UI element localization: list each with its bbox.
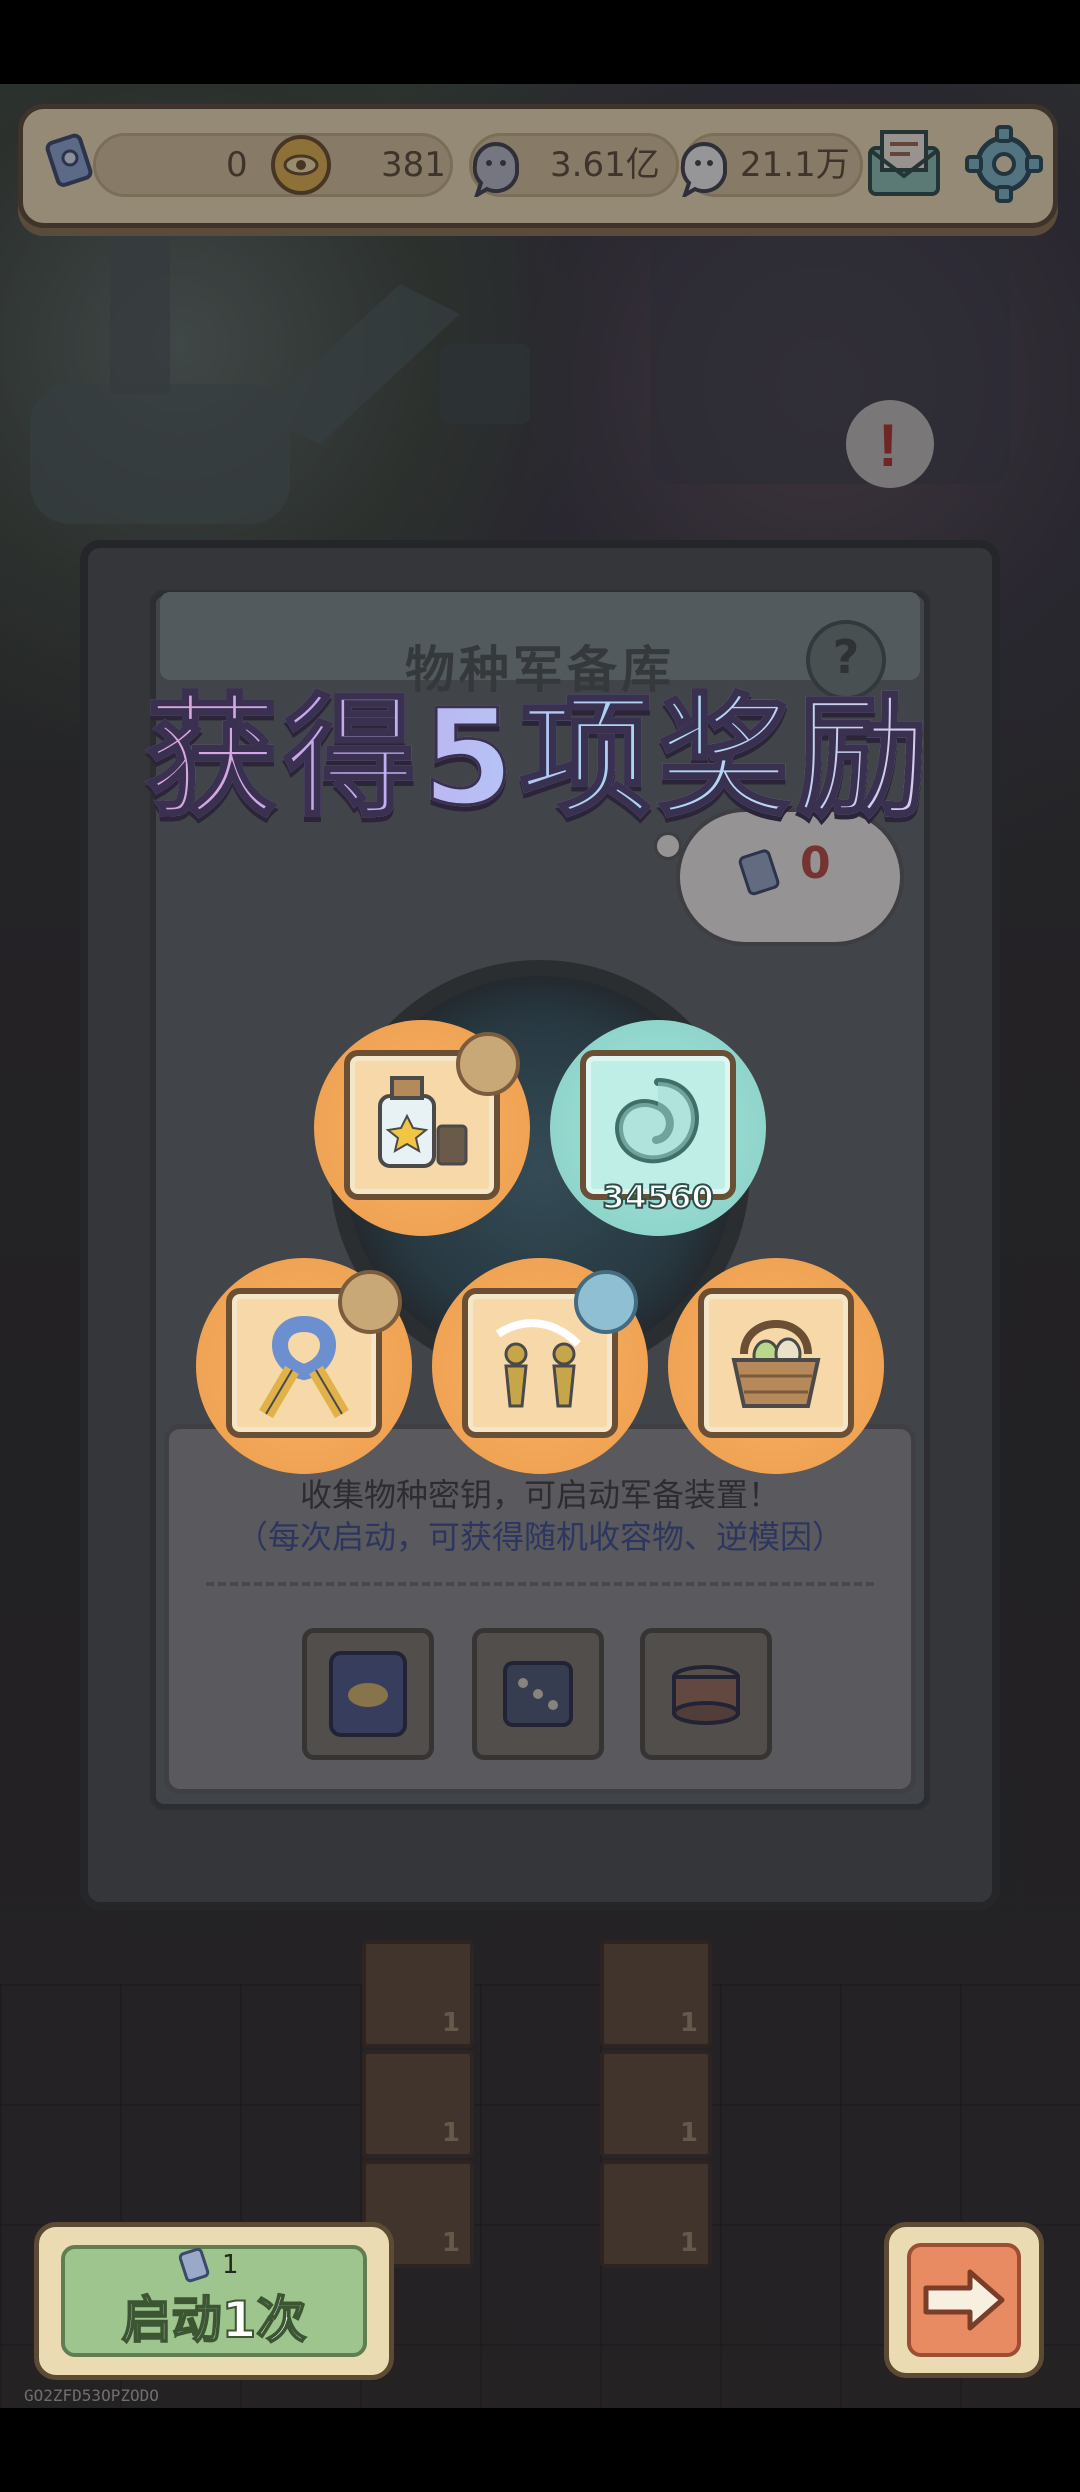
arrow-right-icon xyxy=(923,2269,1005,2331)
rarity-badge-icon xyxy=(456,1032,520,1096)
reward-item[interactable] xyxy=(668,1258,884,1474)
reward-card xyxy=(698,1288,854,1438)
reward-item[interactable] xyxy=(432,1258,648,1474)
reward-item[interactable] xyxy=(196,1258,412,1474)
next-button[interactable] xyxy=(884,2222,1044,2378)
reward-item[interactable] xyxy=(314,1020,530,1236)
reward-count: 34560 xyxy=(601,1177,714,1217)
build-watermark: GO2ZFD53OPZODO xyxy=(24,2386,159,2405)
start-cost: 1 xyxy=(222,2250,239,2280)
rarity-badge-icon xyxy=(574,1270,638,1334)
reward-title: 获得5项奖励 xyxy=(0,678,1080,838)
egg-basket-icon xyxy=(731,1320,821,1408)
start-button-label: 启动1次 xyxy=(121,2290,308,2350)
modal-overlay[interactable] xyxy=(0,84,1080,2408)
reward-item[interactable]: 34560 xyxy=(550,1020,766,1236)
status-bar xyxy=(0,0,1080,84)
next-button-face xyxy=(907,2243,1021,2357)
swirl-token-icon xyxy=(615,1078,699,1164)
rarity-badge-icon xyxy=(338,1270,402,1334)
